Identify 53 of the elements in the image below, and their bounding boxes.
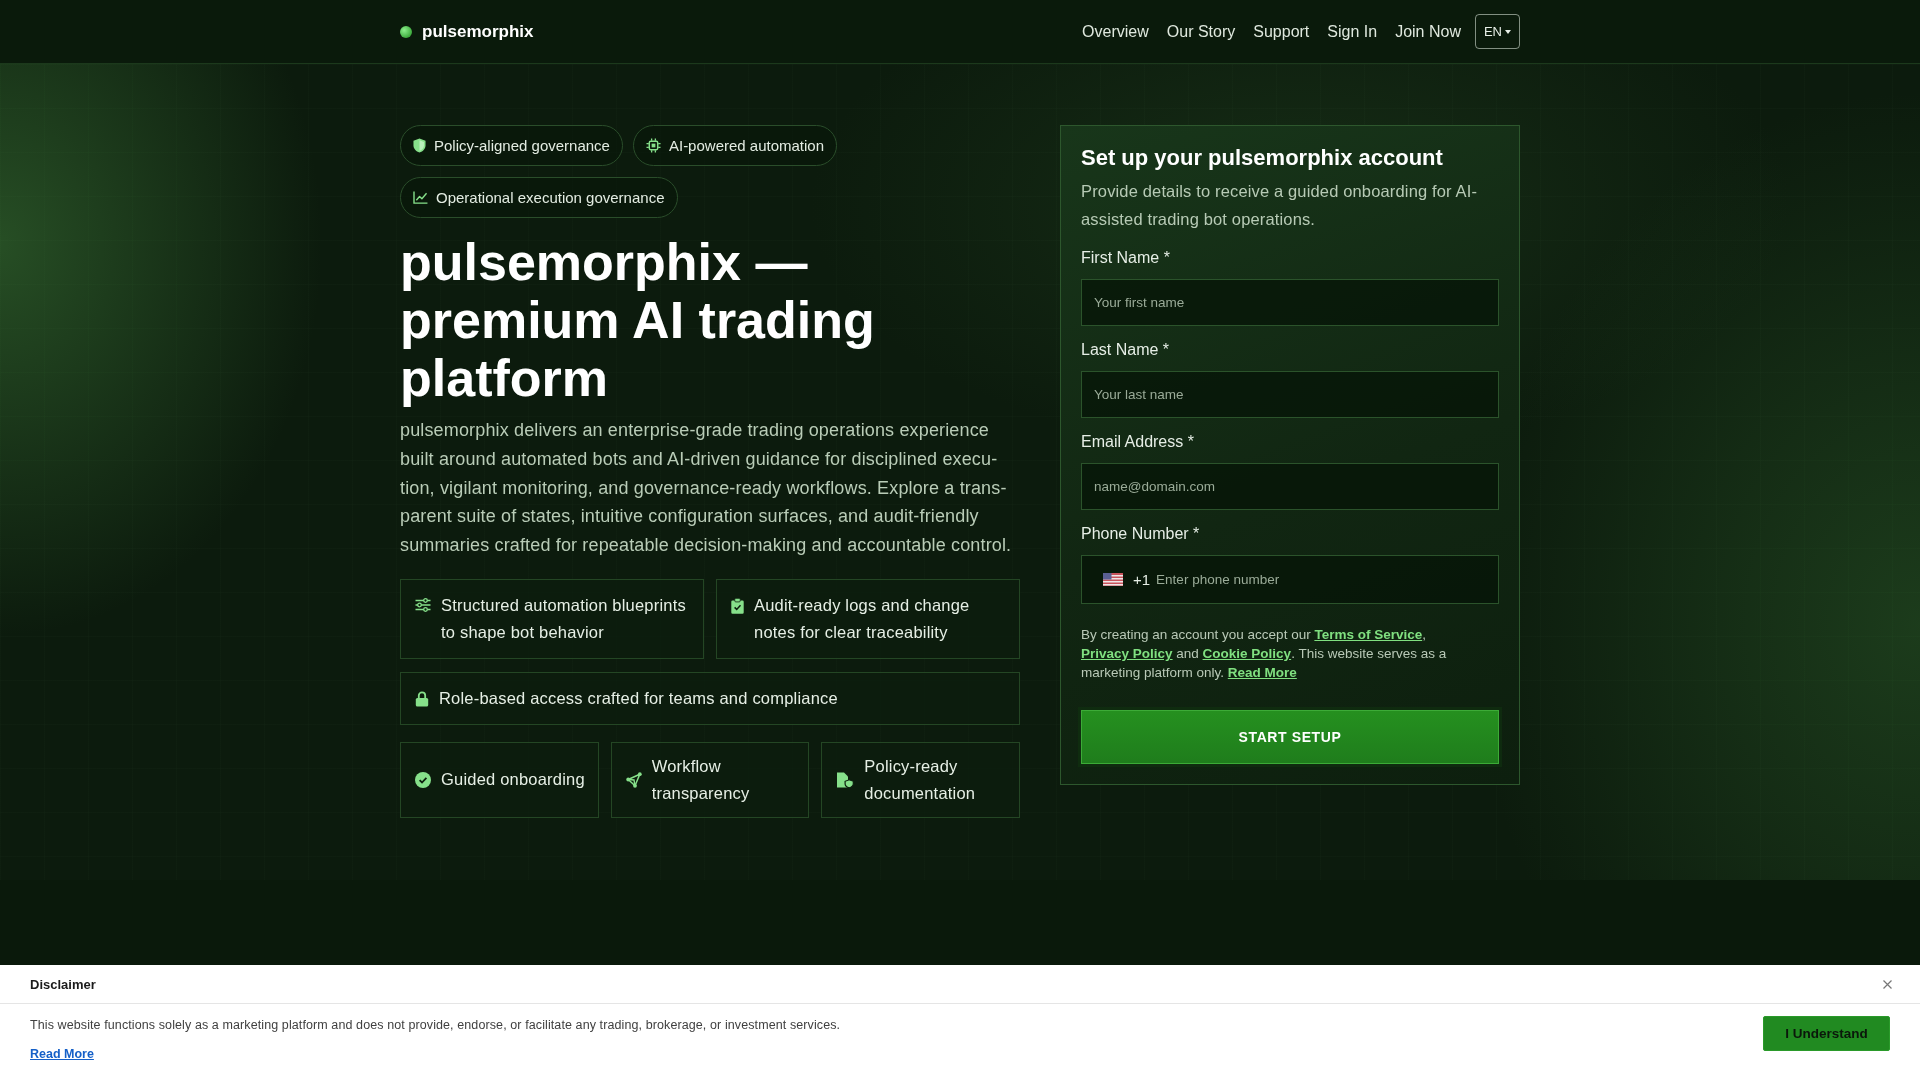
feature-text: Policy-ready documentation — [864, 756, 977, 804]
hero-title: pulsemorphix — premium AI trading platform — [400, 233, 876, 407]
lock-icon — [415, 691, 429, 707]
tag-label: AI-powered automation — [668, 137, 825, 154]
brand-name[interactable]: pulsemorphix — [422, 21, 534, 42]
close-button[interactable] — [1881, 977, 1894, 991]
submit-button[interactable]: START SETUP — [1081, 710, 1499, 764]
nodes-icon — [625, 772, 642, 788]
disclaimer-title: Disclaimer — [30, 976, 96, 992]
input-field[interactable]: Your first name — [1081, 279, 1499, 326]
dial-code: +1 — [1133, 571, 1151, 588]
feature-text: Workflow transparency — [651, 756, 751, 804]
line-chart-icon — [413, 191, 428, 204]
policy-link[interactable]: Privacy Policy — [1081, 646, 1173, 661]
feature-text: Role-based access crafted for teams and compliance — [439, 688, 838, 709]
hero-intro: pulsemorphix delivers an enterprise-grade trading operations experience built around automated bots and AI-driven guidance for disciplined execu-tion, vigilant monitoring, and governance-ready workflows. Explore a trans-parent suite of states, intuitive configuration surfaces, and audit-friendly summaries crafted for repeatable decision-making and accountable control. — [400, 419, 1013, 558]
check-circle-icon — [415, 772, 431, 788]
consent-text: By creating an account you accept our Terms of Service, Privacy Policy and Cookie Policy. This website serves as a marketing platform only. Read More — [1081, 626, 1448, 682]
sliders-icon — [415, 598, 431, 612]
nav-link[interactable]: Our Story — [1166, 22, 1236, 41]
feature-text: Audit-ready logs and change notes for clear traceability — [754, 595, 971, 643]
clipboard-check-icon — [731, 598, 744, 614]
logo-dot-icon — [400, 25, 412, 38]
nav-link[interactable]: Support — [1253, 22, 1310, 41]
form-title: Set up your pulsemorphix account — [1081, 144, 1444, 172]
nav-link[interactable]: Overview — [1082, 22, 1149, 41]
document-shield-icon — [836, 772, 855, 788]
close-icon — [1883, 979, 1892, 989]
nav-link[interactable]: Join Now — [1395, 22, 1461, 41]
policy-link[interactable]: Read More — [1227, 665, 1297, 680]
nav-link[interactable]: Sign In — [1327, 22, 1378, 41]
disclaimer-text: This website functions solely as a marketing platform and does not provide, endorse, or facilitate any trading, brokerage, or investment services. — [30, 1017, 841, 1034]
phone-number-input[interactable]: Enter phone number — [1156, 572, 1498, 587]
feature-text: Structured automation blueprints to shape bot behavior — [441, 595, 687, 643]
field-label: Phone Number * — [1081, 524, 1200, 544]
understand-button[interactable]: I Understand — [1763, 1016, 1890, 1051]
feature-text: Guided onboarding — [441, 769, 585, 791]
input-field[interactable]: Your last name — [1081, 371, 1499, 418]
read-more-link[interactable]: Read More — [30, 1046, 94, 1062]
field-label: Email Address * — [1081, 432, 1194, 452]
field-label: Last Name * — [1081, 340, 1170, 360]
tag-label: Operational execution governance — [436, 189, 665, 206]
phone-field[interactable]: +1 Enter phone number — [1081, 555, 1499, 604]
shield-icon — [413, 138, 426, 153]
caret-icon — [1505, 29, 1511, 34]
input-field[interactable]: name@domain.com — [1081, 463, 1499, 510]
flag-icon[interactable] — [1103, 573, 1123, 586]
field-label: First Name * — [1081, 248, 1170, 268]
tag-label: Policy-aligned governance — [434, 137, 610, 154]
chip-icon — [645, 138, 661, 153]
language-button[interactable]: EN — [1474, 14, 1520, 49]
form-intro: Provide details to receive a guided onboarding for AI-assisted trading bot operations. — [1081, 181, 1479, 230]
policy-link[interactable]: Cookie Policy — [1202, 646, 1292, 661]
